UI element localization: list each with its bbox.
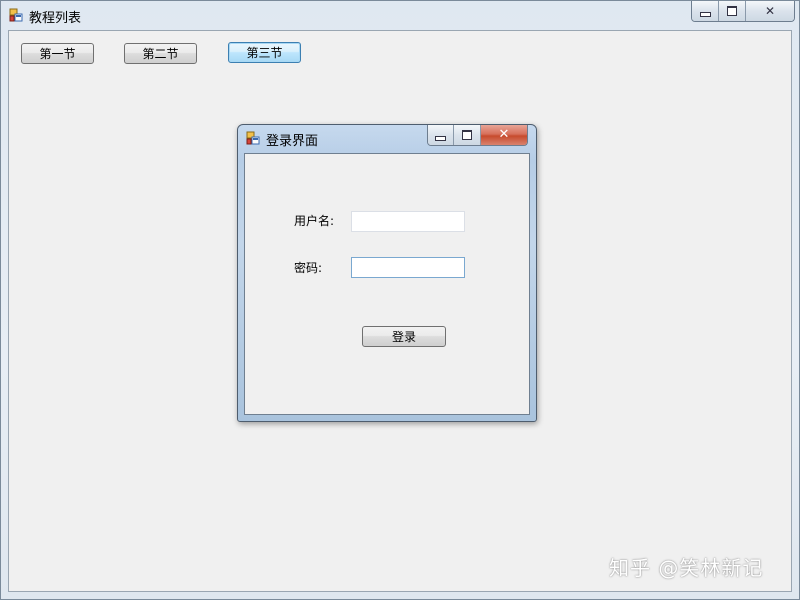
login-form: 用户名: 密码: 登录	[244, 153, 530, 415]
dialog-title-bar[interactable]: 登录界面 ✕	[238, 125, 536, 153]
maximize-icon	[462, 130, 472, 140]
watermark-text: 知乎 @笑林新记	[609, 556, 764, 580]
app-icon[interactable]	[9, 8, 23, 22]
password-input[interactable]	[351, 257, 465, 278]
maximize-icon	[727, 6, 737, 16]
app-icon-graphic	[9, 8, 23, 22]
main-title-bar[interactable]: 教程列表 ✕	[1, 1, 799, 29]
close-icon: ✕	[764, 4, 776, 18]
section-3-button[interactable]: 第三节	[228, 42, 301, 63]
window-title: 教程列表	[29, 11, 82, 26]
maximize-button[interactable]	[719, 1, 746, 21]
dialog-app-icon-graphic	[246, 131, 260, 145]
dialog-app-icon[interactable]	[246, 131, 260, 145]
login-button[interactable]: 登录	[362, 326, 446, 347]
password-label: 密码:	[294, 261, 323, 275]
dialog-close-button[interactable]: ✕	[481, 125, 527, 145]
close-button[interactable]: ✕	[746, 1, 794, 21]
dialog-title: 登录界面	[266, 134, 319, 149]
minimize-icon	[435, 135, 446, 141]
dialog-minimize-button[interactable]	[428, 125, 454, 145]
minimize-icon	[699, 11, 711, 17]
dialog-caption-buttons: ✕	[427, 125, 528, 146]
close-icon: ✕	[498, 127, 510, 142]
minimize-button[interactable]	[692, 1, 719, 21]
section-1-button[interactable]: 第一节	[21, 43, 94, 64]
window-caption-buttons: ✕	[691, 1, 795, 22]
login-dialog: 登录界面 ✕ 用户名: 密码: 登录	[237, 124, 537, 422]
dialog-maximize-button[interactable]	[454, 125, 481, 145]
section-2-button[interactable]: 第二节	[124, 43, 197, 64]
username-label: 用户名:	[294, 214, 335, 228]
username-input[interactable]	[351, 211, 465, 232]
